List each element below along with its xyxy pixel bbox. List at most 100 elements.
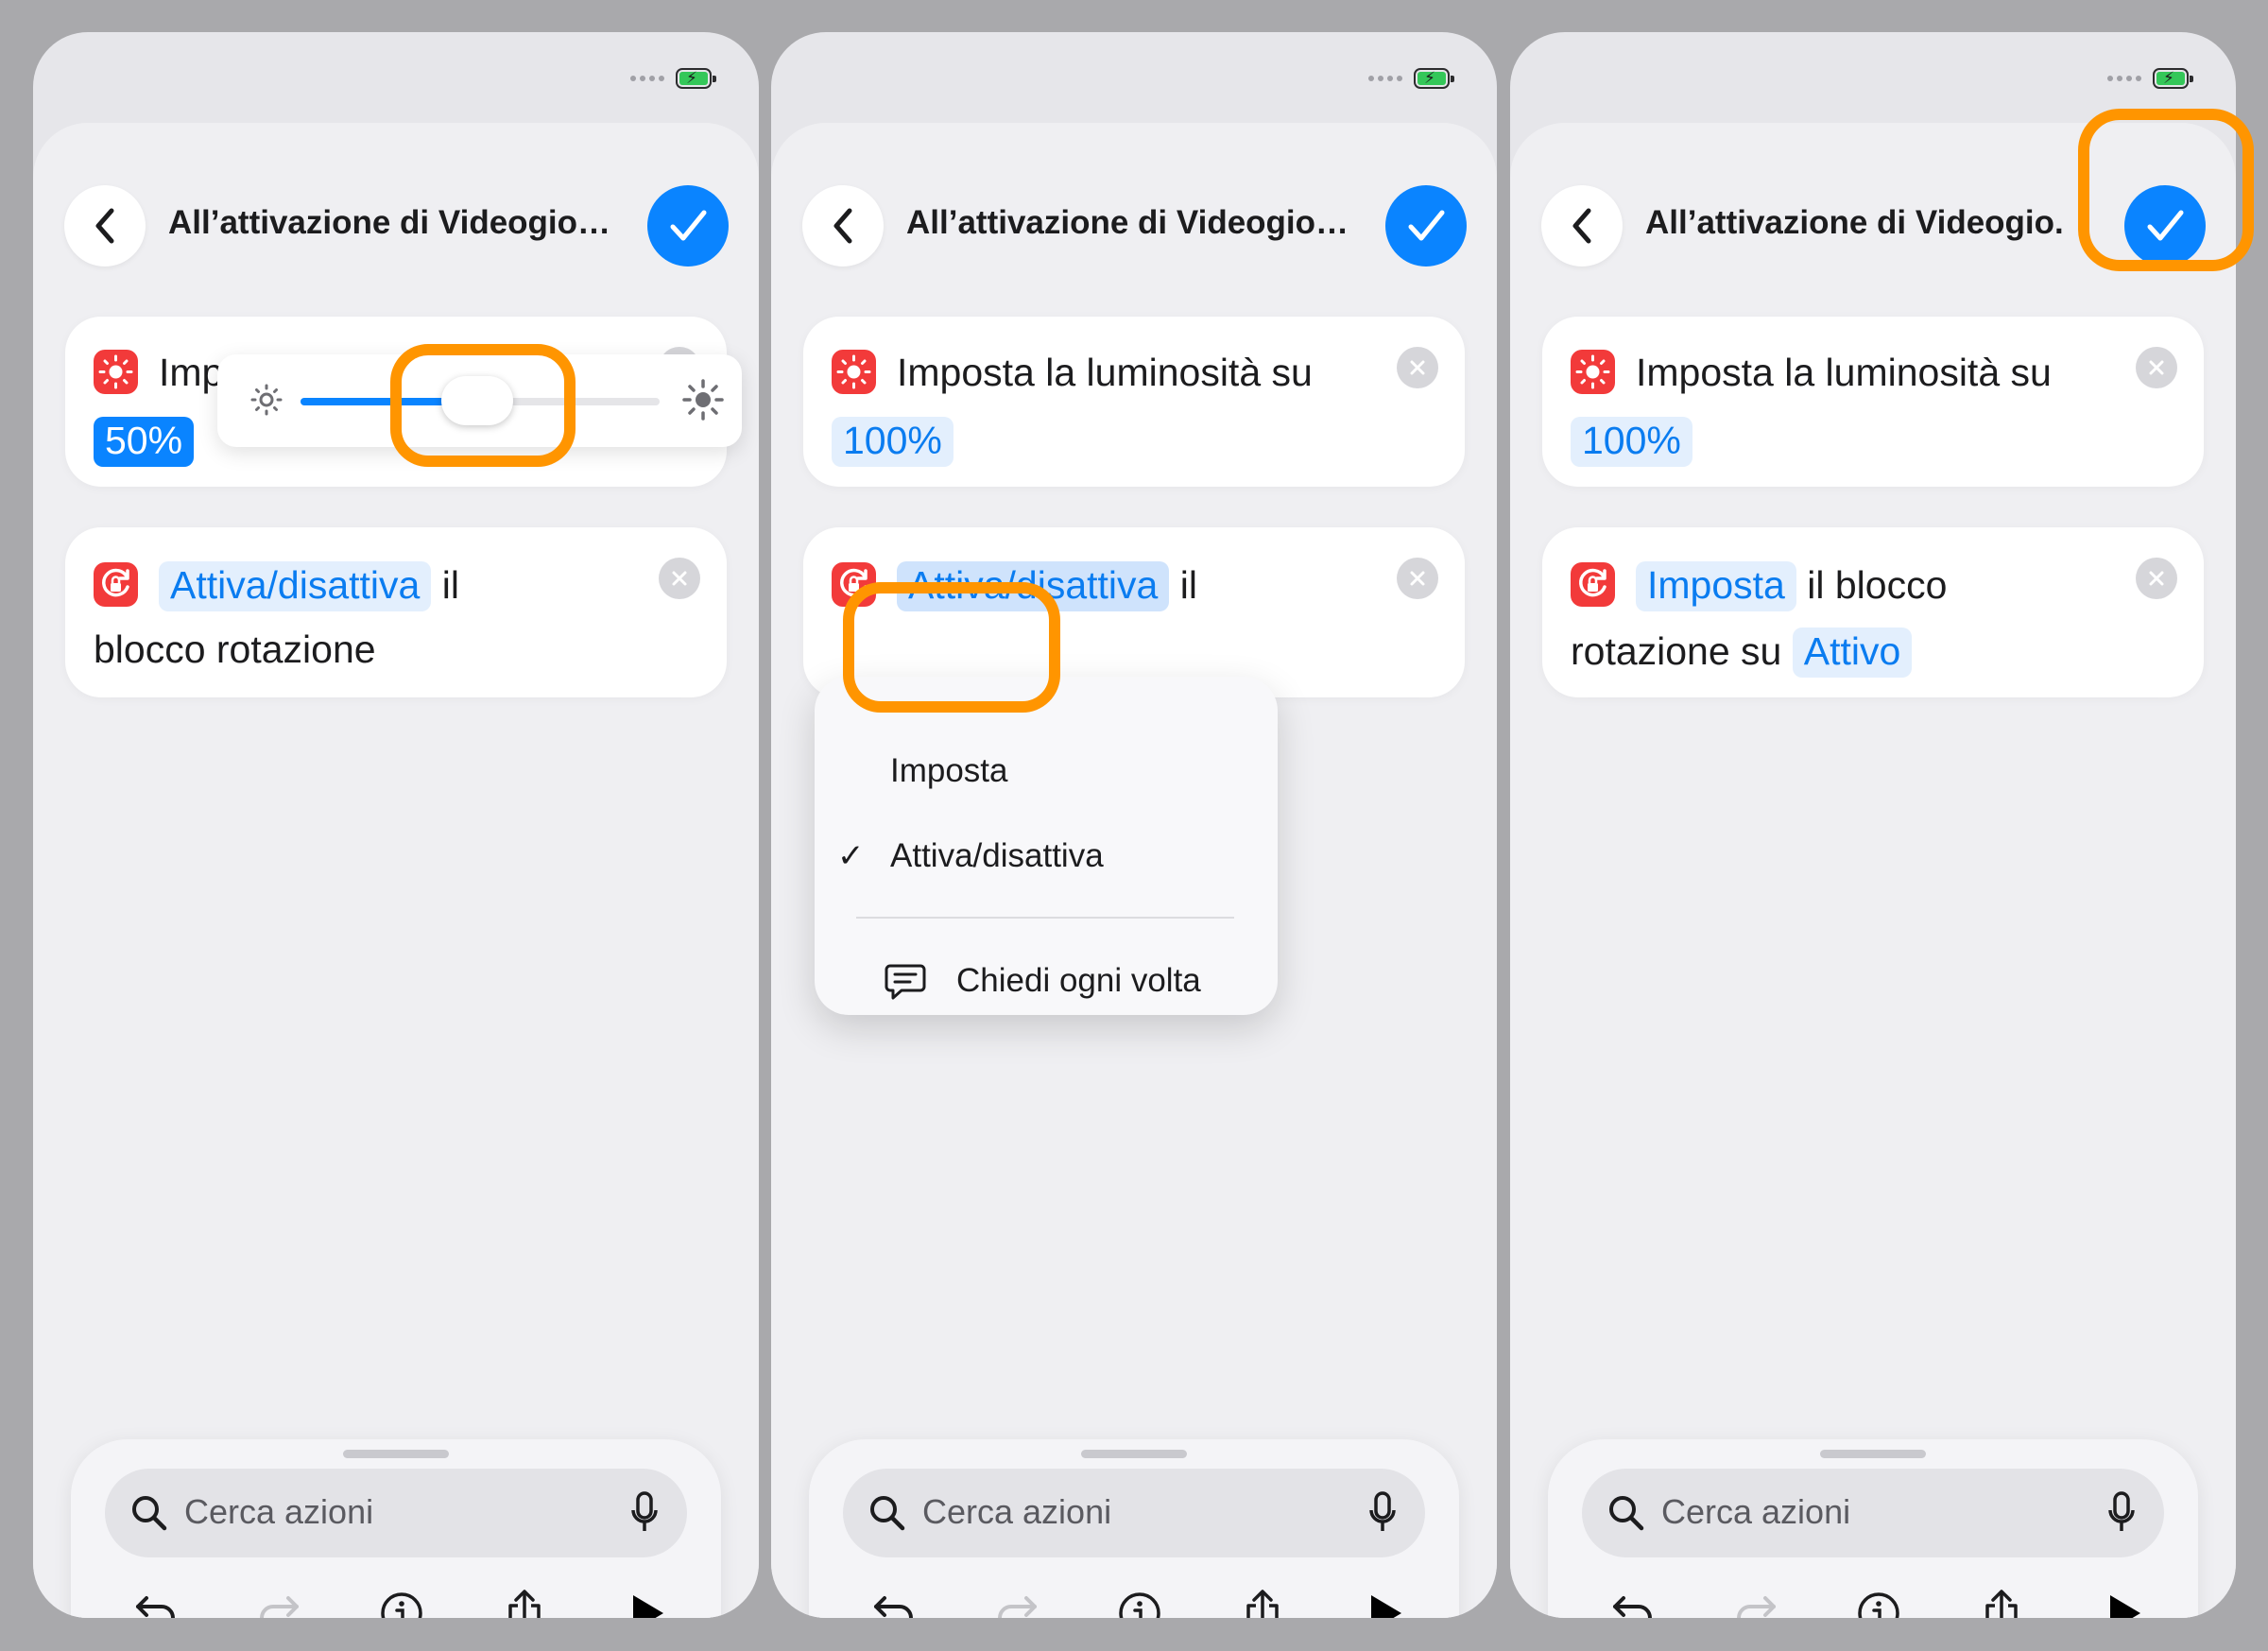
- remove-action-button[interactable]: [2136, 347, 2177, 388]
- rotation-lock-app-icon: [94, 561, 138, 607]
- redo-icon[interactable]: [990, 1587, 1043, 1618]
- search-icon: [1609, 1496, 1644, 1531]
- checkmark-icon: [670, 210, 707, 241]
- play-icon[interactable]: [2098, 1587, 2151, 1618]
- share-icon[interactable]: [498, 1587, 551, 1618]
- brightness-app-icon: [832, 349, 876, 394]
- search-field[interactable]: Cerca azioni: [843, 1469, 1425, 1557]
- rotation-action-card: Attiva/disattiva il blocco rotazione: [65, 527, 727, 697]
- remove-action-button[interactable]: [1397, 558, 1438, 599]
- brightness-app-icon: [1571, 349, 1615, 394]
- sun-small-icon: [250, 384, 283, 416]
- remove-action-button[interactable]: [2136, 558, 2177, 599]
- rotation-text-a: il: [441, 563, 459, 607]
- brightness-value-token[interactable]: 50%: [94, 417, 195, 467]
- brightness-app-icon: [94, 349, 138, 394]
- rotation-mode-token[interactable]: Attiva/disattiva: [159, 561, 432, 611]
- info-icon[interactable]: [1113, 1587, 1166, 1618]
- undo-icon[interactable]: [868, 1587, 920, 1618]
- play-icon[interactable]: [621, 1587, 674, 1618]
- battery-charging-icon: ⚡: [2153, 68, 2193, 89]
- menu-item-chiedi-ogni-volta[interactable]: Chiedi ogni volta: [956, 962, 1201, 1000]
- brightness-value-token[interactable]: 100%: [1571, 417, 1692, 467]
- speech-bubble-icon: [885, 964, 926, 1000]
- done-button[interactable]: [647, 185, 729, 267]
- microphone-icon[interactable]: [630, 1491, 659, 1535]
- status-bar: ⚡: [2107, 68, 2193, 89]
- rotation-lock-app-icon: [1571, 561, 1615, 607]
- status-bar: ⚡: [630, 68, 716, 89]
- done-button[interactable]: [1385, 185, 1467, 267]
- bottom-toolbar: Cerca azioni: [1548, 1439, 2198, 1618]
- redo-icon[interactable]: [252, 1587, 305, 1618]
- close-icon: [1410, 360, 1425, 375]
- sun-large-icon: [682, 379, 724, 421]
- menu-divider: [856, 917, 1234, 919]
- brightness-action-card: Imposta la luminosità su 100%: [803, 317, 1465, 487]
- screen-rotation-menu: ⚡ All’attivazione di Videogio… Imposta l…: [771, 32, 1497, 1618]
- brightness-action-label: Imposta la luminosità su: [897, 351, 1313, 394]
- shortcut-editor-sheet: All’attivazione di Videogio… Imposta la …: [33, 123, 759, 1618]
- brightness-action-label: Imposta la luminosità su: [1636, 351, 2052, 394]
- chevron-left-icon: [833, 208, 852, 244]
- menu-item-attiva-disattiva[interactable]: Attiva/disattiva: [890, 837, 1104, 875]
- back-button[interactable]: [802, 185, 884, 267]
- rotation-state-token[interactable]: Attivo: [1792, 628, 1913, 678]
- microphone-icon[interactable]: [2107, 1491, 2136, 1535]
- search-icon: [870, 1496, 905, 1531]
- share-icon[interactable]: [1236, 1587, 1289, 1618]
- cellular-dots-icon: [2107, 76, 2141, 81]
- brightness-value-token[interactable]: 100%: [832, 417, 954, 467]
- shortcut-editor-sheet: All’attivazione di Videogio. Imposta la …: [1510, 123, 2236, 1618]
- undo-icon[interactable]: [1606, 1587, 1659, 1618]
- battery-charging-icon: ⚡: [1414, 68, 1454, 89]
- bottom-toolbar: Cerca azioni: [71, 1439, 721, 1618]
- close-icon: [1410, 571, 1425, 586]
- menu-item-imposta[interactable]: Imposta: [890, 752, 1008, 790]
- microphone-icon[interactable]: [1368, 1491, 1397, 1535]
- checkmark-icon: ✓: [837, 838, 865, 874]
- search-placeholder: Cerca azioni: [922, 1492, 1112, 1531]
- checkmark-icon: [1408, 210, 1445, 241]
- remove-action-button[interactable]: [659, 558, 700, 599]
- sheet-grabber[interactable]: [1081, 1450, 1187, 1458]
- automation-title: All’attivazione di Videogio…: [168, 204, 611, 241]
- rotation-action-card: Imposta il blocco rotazione su Attivo: [1542, 527, 2204, 697]
- highlight-slider-thumb: [390, 344, 576, 467]
- back-button[interactable]: [1541, 185, 1623, 267]
- undo-icon[interactable]: [129, 1587, 182, 1618]
- redo-icon[interactable]: [1729, 1587, 1782, 1618]
- brightness-action-card: Imposta la luminosità su 100%: [1542, 317, 2204, 487]
- search-placeholder: Cerca azioni: [184, 1492, 374, 1531]
- play-icon[interactable]: [1359, 1587, 1412, 1618]
- back-button[interactable]: [64, 185, 146, 267]
- search-placeholder: Cerca azioni: [1661, 1492, 1851, 1531]
- info-icon[interactable]: [1852, 1587, 1905, 1618]
- cellular-dots-icon: [630, 76, 664, 81]
- chevron-left-icon: [95, 208, 114, 244]
- remove-action-button[interactable]: [1397, 347, 1438, 388]
- search-icon: [132, 1496, 167, 1531]
- rotation-text-a: il: [1179, 563, 1197, 607]
- screen-brightness-slider: ⚡ All’attivazione di Videogio… Imposta l…: [33, 32, 759, 1618]
- close-icon: [672, 571, 687, 586]
- search-field[interactable]: Cerca azioni: [1582, 1469, 2164, 1557]
- bottom-toolbar: Cerca azioni: [809, 1439, 1459, 1618]
- rotation-mode-token[interactable]: Imposta: [1636, 561, 1796, 611]
- chevron-left-icon: [1572, 208, 1591, 244]
- sheet-grabber[interactable]: [1820, 1450, 1926, 1458]
- search-field[interactable]: Cerca azioni: [105, 1469, 687, 1557]
- share-icon[interactable]: [1975, 1587, 2028, 1618]
- close-icon: [2149, 571, 2164, 586]
- rotation-text-b: blocco rotazione: [94, 628, 376, 671]
- rotation-text-a: il blocco: [1807, 563, 1948, 607]
- battery-charging-icon: ⚡: [676, 68, 716, 89]
- shortcut-editor-sheet: All’attivazione di Videogio… Imposta la …: [771, 123, 1497, 1618]
- highlight-done-button: [2078, 109, 2254, 271]
- automation-title: All’attivazione di Videogio.: [1645, 204, 2064, 241]
- sheet-grabber[interactable]: [343, 1450, 449, 1458]
- cellular-dots-icon: [1368, 76, 1402, 81]
- status-bar: ⚡: [1368, 68, 1454, 89]
- close-icon: [2149, 360, 2164, 375]
- info-icon[interactable]: [375, 1587, 428, 1618]
